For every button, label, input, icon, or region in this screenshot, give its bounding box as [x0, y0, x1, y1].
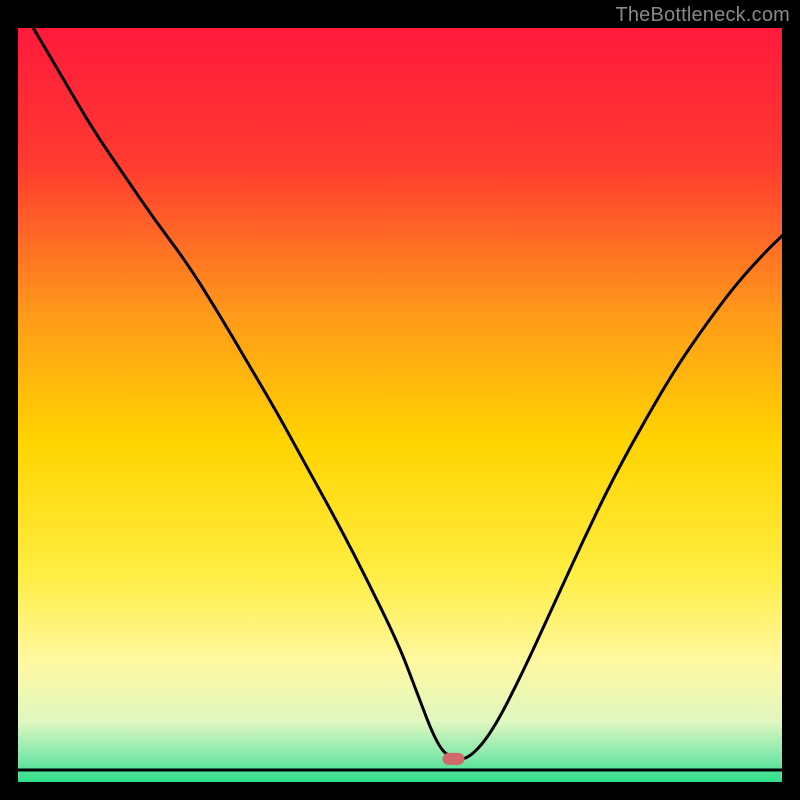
site-watermark: TheBottleneck.com [615, 4, 790, 27]
heat-gradient-background [18, 28, 782, 782]
bottleneck-chart [18, 28, 782, 782]
chart-frame: TheBottleneck.com [0, 0, 800, 800]
optimal-marker [443, 753, 465, 765]
plot-area [18, 28, 782, 782]
